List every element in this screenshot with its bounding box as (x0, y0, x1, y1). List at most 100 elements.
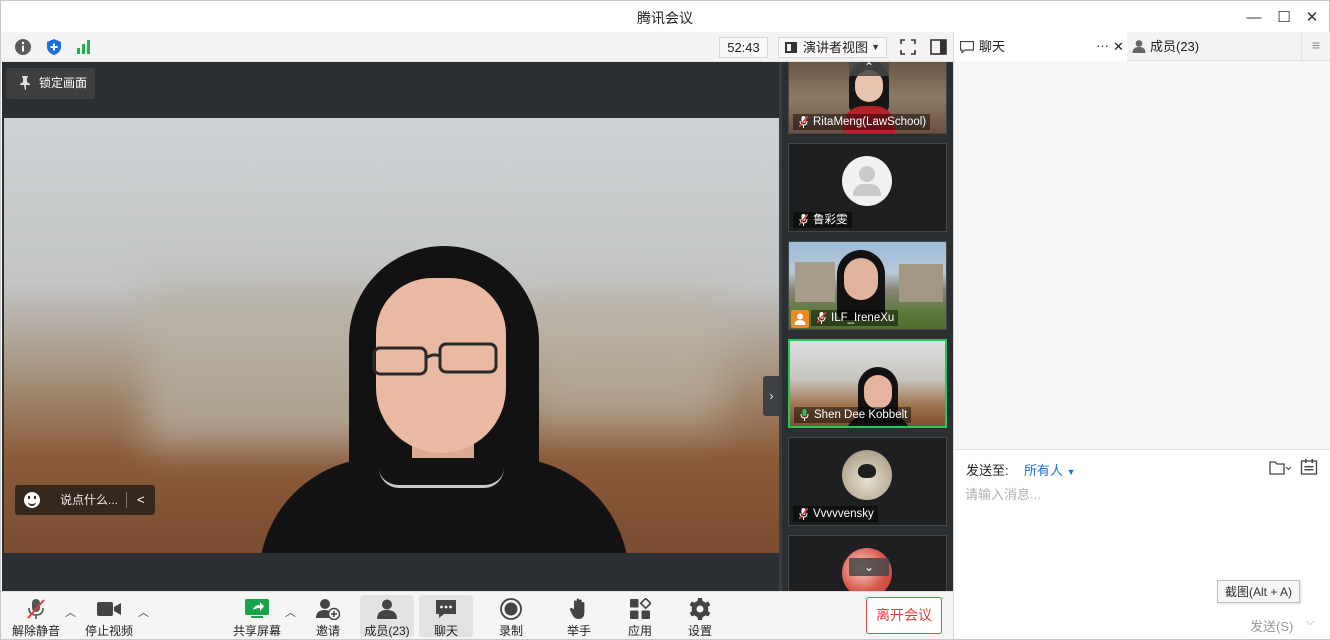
share-options-caret-icon[interactable]: ︿ (285, 604, 296, 620)
collapse-chat-icon[interactable]: < (137, 485, 145, 515)
participant-tile[interactable]: 鲁彩雯 (788, 143, 947, 232)
chat-label: 聊天 (433, 624, 458, 638)
audio-options-caret-icon[interactable]: ︿ (65, 604, 76, 620)
participant-tile[interactable]: Shen Dee Kobbelt (788, 339, 947, 428)
security-shield-icon[interactable] (44, 37, 64, 57)
chat-panel: 聊天 ··· ✕ 成员(23) ≡ 发送至: 所有人 ▼ 请输入消息... 截图… (953, 32, 1330, 639)
maximize-icon[interactable]: ☐ (1272, 5, 1296, 29)
quick-chat-bar[interactable]: 说点什么... < (15, 485, 155, 515)
record-button[interactable]: 录制 (487, 592, 535, 640)
mic-muted-icon (817, 312, 826, 324)
participant-name: ILF_IreneXu (831, 312, 895, 324)
meeting-timer: 52:43 (719, 37, 768, 58)
members-icon (1132, 40, 1146, 53)
chevron-down-icon: ▼ (1066, 467, 1076, 477)
window-title: 腾讯会议 (637, 10, 693, 26)
minimize-icon[interactable]: — (1242, 5, 1266, 29)
meeting-window: 腾讯会议 — ☐ ✕ 52:43 演讲者视图 ▼ 锁定画面 说点什么... < … (0, 0, 1330, 640)
meeting-toolbar: 解除静音 ︿ 停止视频 ︿ 共享屏幕 ︿ 邀请 成员(23) 聊天 录制 举手 … (1, 591, 953, 639)
tab-members[interactable]: 成员(23) (1128, 32, 1300, 61)
leave-meeting-button[interactable]: 离开会议 (866, 597, 942, 634)
emoji-icon[interactable] (24, 492, 40, 508)
apps-label: 应用 (627, 624, 652, 638)
close-icon[interactable]: ✕ (1300, 5, 1324, 29)
share-screen-icon (245, 598, 269, 620)
tab-chat[interactable]: 聊天 ··· ✕ (954, 32, 1127, 61)
file-icon[interactable] (1269, 460, 1292, 481)
more-options-icon[interactable]: ··· (1096, 31, 1109, 60)
screenshot-tooltip: 截图(Alt + A) (1217, 580, 1301, 603)
tab-members-label: 成员(23) (1150, 39, 1200, 54)
members-icon (375, 598, 399, 620)
mic-muted-icon (799, 116, 808, 128)
settings-label: 设置 (687, 624, 712, 638)
unmute-label: 解除静音 (11, 624, 60, 638)
record-icon (499, 598, 523, 620)
members-label: 成员(23) (364, 624, 410, 638)
host-badge-icon (791, 310, 809, 328)
gear-icon (688, 598, 712, 620)
chat-button[interactable]: 聊天 (419, 595, 473, 638)
sidebar-toggle-icon[interactable] (928, 37, 948, 57)
chat-messages (954, 61, 1330, 449)
participant-name: RitaMeng(LawSchool) (813, 116, 927, 128)
stop-video-button[interactable]: 停止视频 (82, 592, 136, 640)
scroll-down-icon[interactable]: ⌄ (849, 558, 889, 576)
raise-hand-label: 举手 (566, 624, 591, 638)
members-button[interactable]: 成员(23) (360, 595, 414, 638)
fullscreen-icon[interactable] (898, 37, 918, 57)
avatar (842, 450, 892, 500)
unmute-button[interactable]: 解除静音 (9, 592, 63, 640)
raise-hand-button[interactable]: 举手 (555, 592, 603, 640)
recipient-select[interactable]: 所有人 ▼ (1024, 460, 1076, 479)
record-label: 录制 (498, 624, 523, 638)
panel-menu-icon[interactable]: ≡ (1301, 32, 1330, 61)
send-button[interactable]: 发送(S) (1250, 616, 1293, 635)
participant-name: Shen Dee Kobbelt (814, 409, 908, 421)
stop-video-label: 停止视频 (84, 624, 133, 638)
hand-icon (567, 598, 591, 620)
title-bar: 腾讯会议 — ☐ ✕ (1, 1, 1329, 32)
mic-muted-icon (799, 214, 808, 226)
panel-tabs: 聊天 ··· ✕ 成员(23) ≡ (954, 32, 1330, 61)
tab-chat-label: 聊天 (979, 39, 1006, 54)
scroll-up-icon[interactable]: ⌃ (849, 62, 889, 76)
video-options-caret-icon[interactable]: ︿ (138, 604, 149, 620)
participant-tile[interactable]: ⌄ (788, 535, 947, 591)
mic-active-icon (800, 409, 809, 421)
mic-muted-icon (799, 508, 808, 520)
quick-chat-placeholder[interactable]: 说点什么... (60, 485, 118, 515)
send-options-caret-icon[interactable]: ⌵ (1306, 616, 1314, 629)
share-screen-label: 共享屏幕 (232, 624, 281, 638)
announcement-icon[interactable] (1300, 458, 1318, 481)
chat-compose: 发送至: 所有人 ▼ 请输入消息... 截图(Alt + A) 发送(S) ⌵ (954, 449, 1330, 639)
signal-strength-icon[interactable] (74, 37, 94, 57)
participant-name: Vvvvvensky (813, 508, 874, 520)
settings-button[interactable]: 设置 (676, 592, 724, 640)
participant-tile[interactable]: ⌃ RitaMeng(LawSchool) (788, 62, 947, 134)
info-icon[interactable] (13, 37, 33, 57)
participant-gallery: ⌃ RitaMeng(LawSchool) 鲁彩雯 ILF_IreneXu Sh… (779, 62, 953, 591)
apps-button[interactable]: 应用 (616, 592, 664, 640)
lock-view-label: 锁定画面 (39, 76, 88, 90)
speaker-view-icon (785, 42, 797, 53)
participant-tile[interactable]: Vvvvvensky (788, 437, 947, 526)
chat-icon (960, 41, 974, 53)
view-mode-label: 演讲者视图 (803, 40, 869, 55)
lock-view-button[interactable]: 锁定画面 (6, 68, 95, 99)
main-stage: 锁定画面 说点什么... < › (2, 62, 780, 591)
gallery-collapse-handle[interactable]: › (763, 376, 780, 416)
pin-icon (20, 76, 30, 90)
camera-icon (97, 598, 121, 620)
default-avatar (842, 156, 892, 206)
participant-tile[interactable]: ILF_IreneXu (788, 241, 947, 330)
send-to-label: 发送至: (966, 463, 1009, 478)
mic-muted-icon (24, 598, 48, 620)
view-mode-select[interactable]: 演讲者视图 ▼ (778, 37, 887, 58)
meeting-topbar: 52:43 演讲者视图 ▼ (1, 32, 953, 62)
message-input[interactable]: 请输入消息... (965, 484, 1041, 503)
add-user-icon (316, 598, 340, 620)
invite-button[interactable]: 邀请 (304, 592, 352, 640)
close-chat-icon[interactable]: ✕ (1113, 32, 1124, 61)
share-screen-button[interactable]: 共享屏幕 (230, 592, 284, 640)
